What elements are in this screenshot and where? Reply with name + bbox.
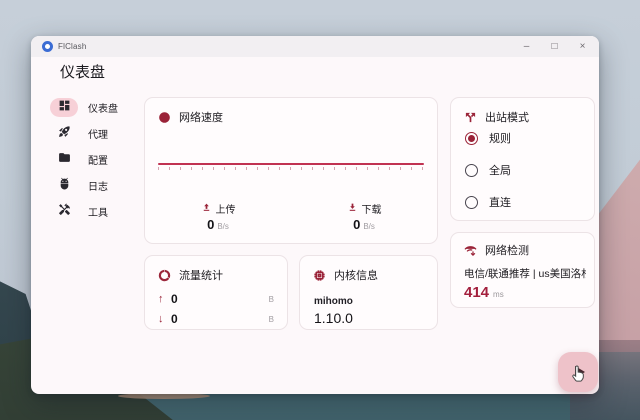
download-summary: 下载 0B/s [291,201,437,232]
radio-icon [465,196,478,209]
network-speed-card: 网络速度 上传 0B/s [144,97,438,244]
upload-unit: B/s [217,222,229,231]
sidebar-item-label: 配置 [88,152,108,167]
close-button[interactable]: × [577,36,588,57]
outbound-mode-card: 出站模式 规则 全局 直连 [450,97,595,221]
traffic-down-row: ↓ 0 B [158,312,274,326]
upload-icon [201,202,212,216]
core-info-card: 内核信息 mihomo 1.10.0 [299,255,438,330]
traffic-stats-card: 流量统计 ↑ 0 B ↓ 0 B [144,255,288,330]
upload-summary: 上传 0B/s [145,201,291,232]
folder-icon [58,151,71,169]
outbound-mode-header: 出站模式 [451,98,594,125]
upload-label: 上传 [216,201,236,216]
traffic-up-unit: B [269,295,274,304]
sidebar-item-proxies[interactable]: 代理 [41,122,143,145]
desktop: FlClash – □ × 仪表盘 仪表盘 代理 [0,0,640,420]
traffic-down-unit: B [269,315,274,324]
sidebar-item-profiles[interactable]: 配置 [41,148,143,171]
network-check-header: 网络检测 [451,233,594,258]
dashboard-icon [58,99,71,117]
card-title: 网络检测 [485,242,529,258]
sidebar-item-dashboard[interactable]: 仪表盘 [41,96,143,119]
app-logo-icon [42,41,53,52]
traffic-up-row: ↑ 0 B [158,292,274,306]
rocket-icon [58,125,71,143]
latency-value: 414 [464,284,489,301]
app-title: FlClash [58,42,87,51]
start-proxy-fab[interactable] [558,352,598,392]
sidebar-item-label: 代理 [88,126,108,141]
radio-icon [465,164,478,177]
page-title: 仪表盘 [60,61,105,82]
arrow-up-icon: ↑ [158,293,171,305]
adb-icon [58,177,71,195]
network-check-latency: 414 ms [464,284,504,301]
sidebar-item-label: 仪表盘 [88,100,118,115]
mode-option-rule[interactable]: 规则 [465,130,511,146]
mode-option-label: 全局 [489,162,511,178]
card-title: 内核信息 [334,267,378,283]
arrow-down-icon: ↓ [158,313,171,325]
traffic-up-value: 0 [171,292,178,306]
network-check-node: 电信/联通推荐 | us美国洛杉... [464,266,586,281]
radio-selected-icon [465,132,478,145]
upload-value: 0 [207,217,214,232]
app-window: FlClash – □ × 仪表盘 仪表盘 代理 [31,36,599,394]
sidebar-item-tools[interactable]: 工具 [41,200,143,223]
card-title: 出站模式 [485,109,529,125]
sidebar-item-logs[interactable]: 日志 [41,174,143,197]
sidebar-item-label: 工具 [88,204,108,219]
mode-option-label: 规则 [489,130,511,146]
core-version: 1.10.0 [314,310,353,326]
traffic-down-value: 0 [171,312,178,326]
mode-option-global[interactable]: 全局 [465,162,511,178]
latency-unit: ms [493,290,504,299]
titlebar[interactable]: FlClash – □ × [31,36,599,57]
call-split-icon [464,111,477,124]
speedometer-icon [158,111,171,124]
card-title: 网络速度 [179,109,223,125]
window-controls: – □ × [521,36,588,57]
minimize-button[interactable]: – [521,36,532,57]
memory-chip-icon [313,269,326,282]
mode-option-direct[interactable]: 直连 [465,194,511,210]
core-name: mihomo [314,296,353,307]
wifi-test-icon [464,244,477,257]
speed-chart-line [158,163,424,165]
play-icon [575,366,585,378]
network-check-card[interactable]: 网络检测 电信/联通推荐 | us美国洛杉... 414 ms [450,232,595,308]
network-speed-header: 网络速度 [145,98,437,125]
core-info-header: 内核信息 [300,256,437,283]
traffic-stats-header: 流量统计 [145,256,287,283]
speed-chart [158,163,424,170]
sidebar-nav: 仪表盘 代理 配置 日志 [41,96,143,223]
download-icon [347,202,358,216]
download-unit: B/s [363,222,375,231]
tools-icon [58,203,71,221]
download-value: 0 [353,217,360,232]
speed-chart-ticks [158,167,424,170]
data-usage-icon [158,269,171,282]
card-title: 流量统计 [179,267,223,283]
mode-option-label: 直连 [489,194,511,210]
speed-summary: 上传 0B/s 下载 0B/s [145,201,437,232]
maximize-button[interactable]: □ [549,36,560,57]
sidebar-item-label: 日志 [88,178,108,193]
download-label: 下载 [362,201,382,216]
